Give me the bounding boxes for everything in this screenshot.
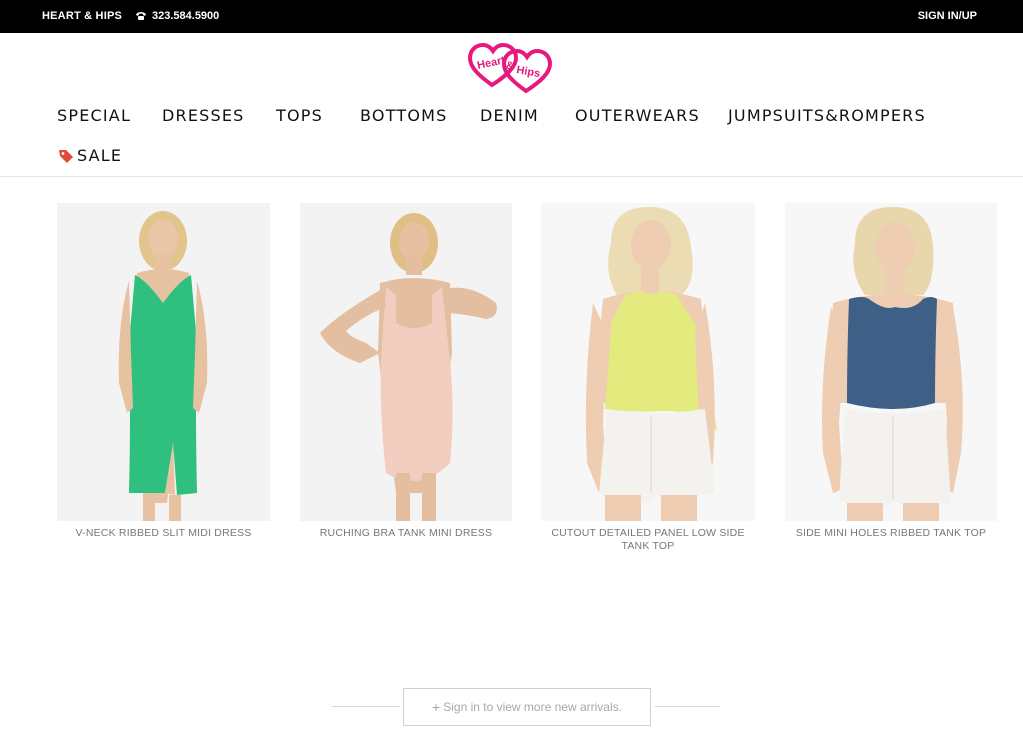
divider-line-right (655, 706, 720, 707)
nav-bottoms[interactable]: BOTTOMS (360, 106, 448, 125)
nav-tops[interactable]: TOPS (276, 106, 323, 125)
top-bar: HEART & HIPS 323.584.5900 SIGN IN/UP (0, 0, 1023, 33)
nav-outerwears[interactable]: OUTERWEARS (575, 106, 700, 125)
product-card[interactable]: CUTOUT DETAILED PANEL LOW SIDE TANK TOP (541, 203, 755, 553)
logo-text-heart: Heart (476, 54, 506, 72)
sign-in-more-button[interactable]: + Sign in to view more new arrivals. (403, 688, 651, 726)
product-name[interactable]: RUCHING BRA TANK MINI DRESS (300, 527, 512, 540)
site-logo[interactable]: Heart & Hips (467, 41, 556, 94)
product-card[interactable]: V-NECK RIBBED SLIT MIDI DRESS (57, 203, 270, 540)
phone-number[interactable]: 323.584.5900 (135, 10, 219, 22)
product-name[interactable]: V-NECK RIBBED SLIT MIDI DRESS (57, 527, 270, 540)
product-image[interactable] (785, 203, 997, 521)
divider-line-left (332, 706, 400, 707)
phone-icon (136, 12, 146, 20)
logo-text-amp: & (506, 60, 514, 72)
header-divider (0, 176, 1023, 177)
sale-tag-icon (59, 149, 73, 163)
nav-sale[interactable]: SALE (57, 146, 122, 165)
nav-sale-label: SALE (77, 146, 123, 165)
nav-jumpsuits-rompers[interactable]: JUMPSUITS&ROMPERS (728, 106, 926, 125)
logo-text-hips: Hips (515, 64, 541, 80)
sign-in-link[interactable]: SIGN IN/UP (918, 10, 977, 22)
nav-special[interactable]: SPECIAL (57, 106, 131, 125)
product-name[interactable]: CUTOUT DETAILED PANEL LOW SIDE TANK TOP (541, 527, 755, 553)
product-card[interactable]: SIDE MINI HOLES RIBBED TANK TOP (785, 203, 997, 540)
product-image[interactable] (541, 203, 755, 521)
product-card[interactable]: RUCHING BRA TANK MINI DRESS (300, 203, 512, 540)
product-name[interactable]: SIDE MINI HOLES RIBBED TANK TOP (785, 527, 997, 540)
phone-text: 323.584.5900 (152, 10, 220, 22)
product-image[interactable] (300, 203, 512, 521)
nav-dresses[interactable]: DRESSES (162, 106, 245, 125)
brand-name: HEART & HIPS (42, 10, 123, 22)
nav-denim[interactable]: DENIM (480, 106, 539, 125)
product-image[interactable] (57, 203, 270, 521)
plus-icon: + (432, 699, 441, 715)
sign-in-more-label: Sign in to view more new arrivals. (443, 700, 622, 714)
